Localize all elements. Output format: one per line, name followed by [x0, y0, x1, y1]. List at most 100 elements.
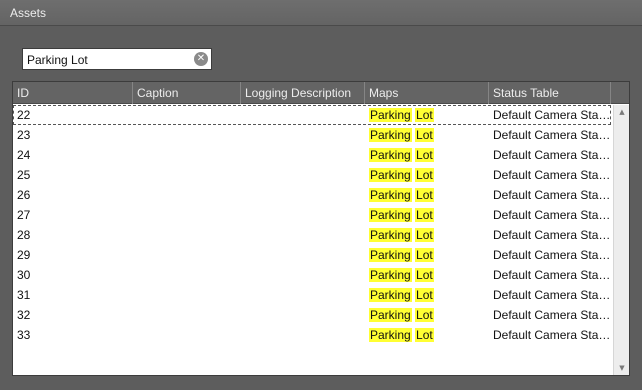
search-highlight: Lot — [415, 208, 434, 222]
cell-maps: Parking Lot — [365, 125, 489, 145]
cell-caption — [133, 145, 241, 165]
cell-caption — [133, 185, 241, 205]
table-row[interactable]: 29 Parking Lot Default Camera Status Table — [13, 245, 611, 265]
search-highlight: Parking — [369, 268, 412, 282]
search-highlight: Parking — [369, 148, 412, 162]
search-highlight: Lot — [415, 228, 434, 242]
column-header-logging-description[interactable]: Logging Description — [241, 82, 365, 104]
cell-maps: Parking Lot — [365, 285, 489, 305]
table-row[interactable]: 24 Parking Lot Default Camera Status Table — [13, 145, 611, 165]
cell-caption — [133, 265, 241, 285]
panel-header: Assets — [0, 0, 642, 26]
search-highlight: Parking — [369, 328, 412, 342]
cell-status-table: Default Camera Status Table — [493, 308, 611, 322]
cell-id: 31 — [17, 288, 31, 302]
cell-status-table: Default Camera Status Table — [493, 288, 611, 302]
search-highlight: Parking — [369, 228, 412, 242]
cell-id: 28 — [17, 228, 31, 242]
search-highlight: Lot — [415, 168, 434, 182]
cell-id: 32 — [17, 308, 31, 322]
search-highlight: Parking — [369, 168, 412, 182]
table-row[interactable]: 23 Parking Lot Default Camera Status Table — [13, 125, 611, 145]
table-row[interactable]: 32 Parking Lot Default Camera Status Table — [13, 305, 611, 325]
cell-logging-description — [241, 305, 365, 325]
search-box: ✕ — [22, 48, 212, 70]
search-highlight: Lot — [415, 108, 434, 122]
cell-status-table: Default Camera Status Table — [493, 188, 611, 202]
scroll-up-arrow-icon[interactable]: ▲ — [614, 105, 629, 119]
search-input[interactable] — [27, 52, 191, 68]
cell-status-table: Default Camera Status Table — [493, 268, 611, 282]
table-row[interactable]: 28 Parking Lot Default Camera Status Table — [13, 225, 611, 245]
cell-maps: Parking Lot — [365, 225, 489, 245]
search-highlight: Parking — [369, 188, 412, 202]
search-highlight: Parking — [369, 288, 412, 302]
search-highlight: Lot — [415, 268, 434, 282]
cell-maps: Parking Lot — [365, 145, 489, 165]
cell-caption — [133, 165, 241, 185]
table-row[interactable]: 33 Parking Lot Default Camera Status Table — [13, 325, 611, 345]
cell-status-table: Default Camera Status Table — [493, 168, 611, 182]
cell-caption — [133, 305, 241, 325]
cell-maps: Parking Lot — [365, 185, 489, 205]
assets-table: ID Caption Logging Description Maps Stat… — [12, 81, 630, 376]
cell-id: 25 — [17, 168, 31, 182]
cell-logging-description — [241, 105, 365, 125]
clear-circle-icon[interactable]: ✕ — [194, 52, 208, 66]
cell-caption — [133, 205, 241, 225]
cell-id: 27 — [17, 208, 31, 222]
scroll-down-arrow-icon[interactable]: ▼ — [614, 361, 629, 375]
table-row[interactable]: 26 Parking Lot Default Camera Status Table — [13, 185, 611, 205]
cell-logging-description — [241, 145, 365, 165]
search-highlight: Lot — [415, 188, 434, 202]
cell-id: 26 — [17, 188, 31, 202]
search-highlight: Parking — [369, 128, 412, 142]
cell-maps: Parking Lot — [365, 305, 489, 325]
table-row[interactable]: 31 Parking Lot Default Camera Status Table — [13, 285, 611, 305]
search-highlight: Parking — [369, 108, 412, 122]
table-row[interactable]: 25 Parking Lot Default Camera Status Table — [13, 165, 611, 185]
search-highlight: Lot — [415, 248, 434, 262]
cell-logging-description — [241, 205, 365, 225]
search-highlight: Lot — [415, 128, 434, 142]
search-highlight: Parking — [369, 308, 412, 322]
cell-logging-description — [241, 285, 365, 305]
cell-id: 24 — [17, 148, 31, 162]
cell-caption — [133, 285, 241, 305]
cell-logging-description — [241, 325, 365, 345]
cell-maps: Parking Lot — [365, 245, 489, 265]
table-row[interactable]: 27 Parking Lot Default Camera Status Table — [13, 205, 611, 225]
search-highlight: Lot — [415, 328, 434, 342]
search-highlight: Parking — [369, 248, 412, 262]
cell-caption — [133, 105, 241, 125]
search-highlight: Lot — [415, 288, 434, 302]
cell-id: 30 — [17, 268, 31, 282]
cell-maps: Parking Lot — [365, 205, 489, 225]
cell-logging-description — [241, 265, 365, 285]
cell-logging-description — [241, 225, 365, 245]
cell-logging-description — [241, 245, 365, 265]
table-row[interactable]: 30 Parking Lot Default Camera Status Table — [13, 265, 611, 285]
cell-logging-description — [241, 165, 365, 185]
column-header-id[interactable]: ID — [13, 82, 133, 104]
cell-id: 23 — [17, 128, 31, 142]
column-header-maps[interactable]: Maps — [365, 82, 489, 104]
cell-status-table: Default Camera Status Table — [493, 148, 611, 162]
cell-status-table: Default Camera Status Table — [493, 228, 611, 242]
cell-id: 22 — [17, 108, 31, 122]
column-header-filler — [611, 82, 629, 104]
cell-logging-description — [241, 125, 365, 145]
cell-caption — [133, 245, 241, 265]
search-highlight: Lot — [415, 308, 434, 322]
vertical-scrollbar[interactable]: ▲ ▼ — [613, 105, 629, 375]
column-header-status-table[interactable]: Status Table — [489, 82, 611, 104]
table-row[interactable]: 22 Parking Lot Default Camera Status Table — [13, 105, 611, 125]
column-header-caption[interactable]: Caption — [133, 82, 241, 104]
cell-id: 33 — [17, 328, 31, 342]
cell-caption — [133, 225, 241, 245]
cell-id: 29 — [17, 248, 31, 262]
assets-panel: Assets ✕ ID Caption Logging Description … — [0, 0, 642, 390]
cell-status-table: Default Camera Status Table — [493, 208, 611, 222]
cell-status-table: Default Camera Status Table — [493, 108, 611, 122]
table-header: ID Caption Logging Description Maps Stat… — [13, 82, 629, 104]
